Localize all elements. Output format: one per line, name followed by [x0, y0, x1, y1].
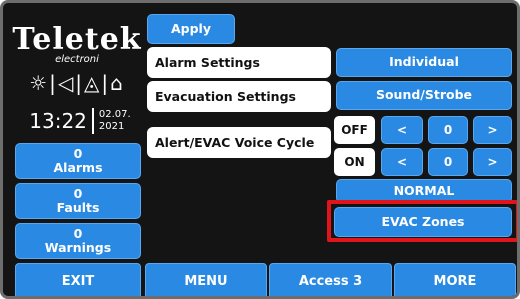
faults-label: Faults: [56, 200, 100, 215]
faults-counter-button[interactable]: 0 Faults: [15, 183, 141, 219]
alarms-counter-button[interactable]: 0 Alarms: [15, 143, 141, 179]
warnings-label: Warnings: [44, 240, 112, 255]
on-decrement-button[interactable]: <: [381, 148, 423, 176]
alarm-settings-button[interactable]: Alarm Settings: [147, 47, 331, 78]
clock-date-year: 2021: [98, 121, 125, 132]
access-level-button[interactable]: Access 3: [269, 263, 392, 296]
alarm-mode-selector[interactable]: Individual: [336, 48, 512, 77]
evac-zones-highlight: [327, 200, 517, 242]
brand-name: Teletek: [12, 22, 142, 57]
off-toggle[interactable]: OFF: [334, 116, 375, 144]
more-button[interactable]: MORE: [394, 263, 516, 296]
alert-evac-voice-cycle-button[interactable]: Alert/EVAC Voice Cycle: [147, 127, 331, 158]
alarms-label: Alarms: [53, 160, 103, 175]
brand-logo: Teletek electroni: [11, 22, 143, 66]
exit-button[interactable]: EXIT: [15, 263, 141, 296]
on-toggle[interactable]: ON: [334, 148, 375, 176]
clock-date: 02.07. 2021: [99, 109, 131, 133]
clock-time: 13:22: [29, 109, 87, 133]
clock: 13:22 02.07. 2021: [15, 108, 145, 134]
panel-screen: Teletek electroni ☼|◁|◬|⌂ 13:22 02.07. 2…: [0, 0, 520, 299]
apply-button[interactable]: Apply: [147, 14, 235, 44]
clock-date-day: 02.07.: [98, 109, 131, 120]
warnings-counter-button[interactable]: 0 Warnings: [15, 223, 141, 259]
on-value: 0: [428, 148, 468, 176]
off-value: 0: [428, 116, 468, 144]
alarms-count: 0: [73, 145, 83, 161]
evacuation-mode-selector[interactable]: Sound/Strobe: [336, 81, 512, 110]
clock-separator: [91, 108, 94, 134]
on-increment-button[interactable]: >: [473, 148, 512, 176]
status-icons: ☼|◁|◬|⌂: [29, 71, 125, 95]
menu-button[interactable]: MENU: [145, 263, 267, 296]
evacuation-settings-button[interactable]: Evacuation Settings: [147, 81, 331, 112]
off-increment-button[interactable]: >: [473, 116, 512, 144]
off-decrement-button[interactable]: <: [381, 116, 423, 144]
warnings-count: 0: [73, 225, 83, 241]
faults-count: 0: [73, 185, 83, 201]
